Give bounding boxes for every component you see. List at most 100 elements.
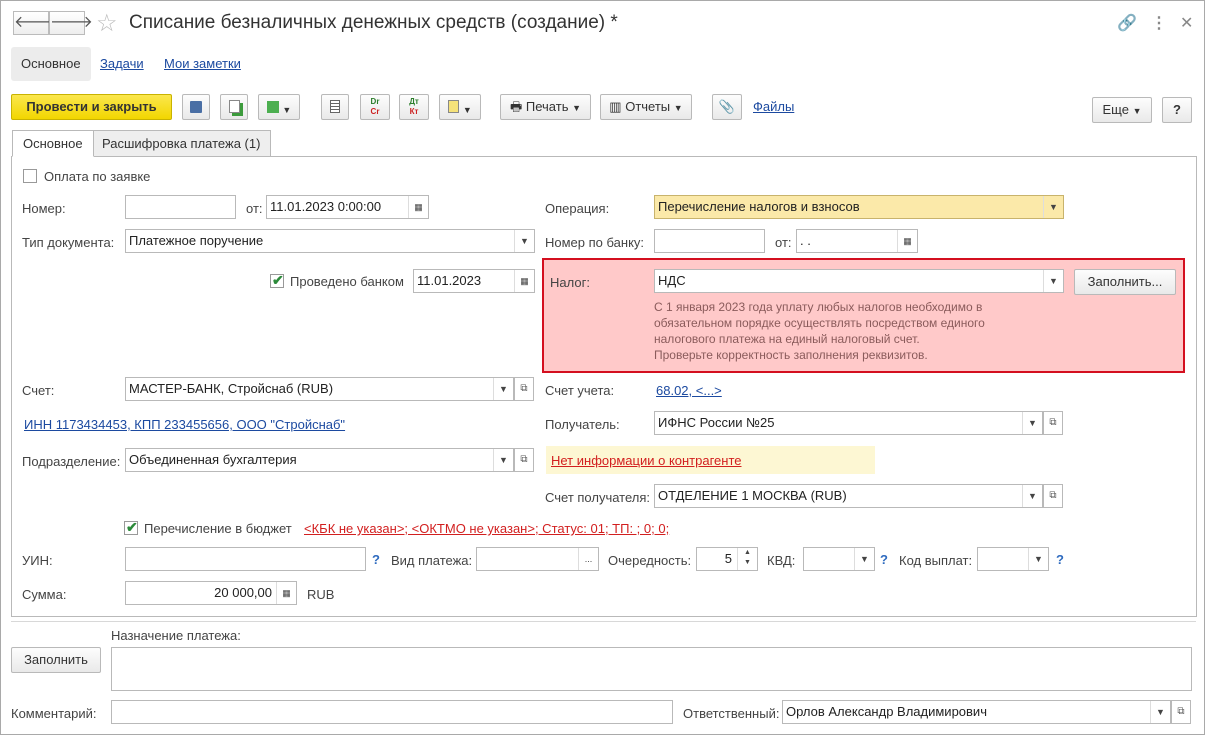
bank-date-input[interactable]: 11.01.2023 ▦ <box>413 269 535 293</box>
forward-button[interactable]: 🡒 <box>49 11 93 35</box>
dt-kt-icon: Дт Кт <box>409 97 419 116</box>
post-and-close-button[interactable]: Провести и закрыть <box>11 94 172 120</box>
more-vertical-icon[interactable]: ⋮ <box>1151 13 1167 33</box>
save-button[interactable] <box>182 94 210 120</box>
chevron-down-icon[interactable]: ▼ <box>514 230 534 252</box>
tax-note-line: налогового платежа на единый налоговый с… <box>654 332 920 346</box>
calendar-icon[interactable]: ▦ <box>897 230 917 252</box>
journal-button[interactable] <box>321 94 349 120</box>
date-input[interactable]: 11.01.2023 0:00:00 ▦ <box>266 195 429 219</box>
ellipsis-icon[interactable]: ... <box>578 548 598 570</box>
tab-main[interactable]: Основное <box>12 130 94 157</box>
nav-tab-main[interactable]: Основное <box>11 47 91 81</box>
open-icon: ⧉ <box>520 454 528 465</box>
close-icon[interactable]: ✕ <box>1180 13 1193 33</box>
more-button[interactable]: Еще ▼ <box>1092 97 1152 123</box>
comment-input[interactable] <box>111 700 673 724</box>
chevron-down-icon[interactable]: ▼ <box>1043 270 1063 292</box>
chevron-down-icon[interactable]: ▼ <box>1028 548 1048 570</box>
chevron-down-icon: ▼ <box>282 105 292 115</box>
dr-cr-button[interactable]: Dr Cr <box>360 94 390 120</box>
doc-type-select[interactable]: Платежное поручение ▼ <box>125 229 535 253</box>
calculator-icon[interactable]: ▦ <box>276 582 296 604</box>
reports-button[interactable]: ▥ Отчеты ▼ <box>600 94 692 120</box>
priority-label: Очередность: <box>608 553 692 568</box>
tab-payment-breakdown[interactable]: Расшифровка платежа (1) <box>91 130 272 157</box>
uin-help-icon[interactable]: ? <box>372 552 380 567</box>
calendar-icon[interactable]: ▦ <box>514 270 534 292</box>
open-division-button[interactable]: ⧉ <box>514 448 534 472</box>
payout-help-icon[interactable]: ? <box>1056 552 1064 567</box>
pay-by-request-checkbox[interactable] <box>23 169 37 183</box>
operation-select[interactable]: Перечисление налогов и взносов ▼ <box>654 195 1064 219</box>
open-recipient-button[interactable]: ⧉ <box>1043 411 1063 435</box>
chevron-down-icon: ▼ <box>673 103 683 113</box>
files-link[interactable]: Файлы <box>753 99 794 114</box>
related-documents-button[interactable]: ▼ <box>439 94 481 120</box>
attach-button[interactable]: 📎 <box>712 94 742 120</box>
chevron-down-icon[interactable]: ▼ <box>493 378 513 400</box>
post-button[interactable] <box>220 94 248 120</box>
print-button[interactable]: 🖶 Печать ▼ <box>500 94 591 120</box>
budget-status-link[interactable]: <КБК не указан>; <ОКТМО не указан>; Стат… <box>304 521 669 536</box>
priority-input[interactable]: 5 ▲ ▼ <box>696 547 758 571</box>
purpose-textarea[interactable] <box>111 647 1192 691</box>
sum-input[interactable]: 20 000,00 ▦ <box>125 581 297 605</box>
division-label: Подразделение: <box>22 454 121 469</box>
calendar-icon[interactable]: ▦ <box>408 196 428 218</box>
responsible-select[interactable]: Орлов Александр Владимирович ▼ <box>782 700 1171 724</box>
chevron-down-icon[interactable]: ▼ <box>1022 485 1042 507</box>
dt-kt-button[interactable]: Дт Кт <box>399 94 429 120</box>
kvd-select[interactable]: ▼ <box>803 547 875 571</box>
fill-tax-button[interactable]: Заполнить... <box>1074 269 1176 295</box>
link-icon[interactable]: 🔗 <box>1117 13 1137 33</box>
bank-from-input[interactable]: . . ▦ <box>796 229 918 253</box>
inn-link[interactable]: ИНН 1173434453, КПП 233455656, ООО "Стро… <box>24 417 345 432</box>
ledger-link[interactable]: 68.02, <...> <box>656 383 722 398</box>
chevron-down-icon[interactable]: ▼ <box>493 449 513 471</box>
chevron-down-icon[interactable]: ▼ <box>1150 701 1170 723</box>
help-button[interactable]: ? <box>1162 97 1192 123</box>
comment-label: Комментарий: <box>11 706 97 721</box>
tax-note: С 1 января 2023 года уплату любых налого… <box>654 299 985 363</box>
budget-checkbox[interactable] <box>124 519 138 536</box>
bank-from-label: от: <box>775 235 792 250</box>
kvd-help-icon[interactable]: ? <box>880 552 888 567</box>
operation-label: Операция: <box>545 201 610 216</box>
doc-type-value: Платежное поручение <box>129 233 264 248</box>
tax-select[interactable]: НДС ▼ <box>654 269 1064 293</box>
chevron-down-icon[interactable]: ▼ <box>1043 196 1063 218</box>
bank-done-checkbox[interactable] <box>270 272 284 289</box>
sum-value: 20 000,00 <box>214 585 272 600</box>
recipient-select[interactable]: ИФНС России №25 ▼ <box>654 411 1043 435</box>
no-info-link[interactable]: Нет информации о контрагенте <box>551 453 742 468</box>
division-select[interactable]: Объединенная бухгалтерия ▼ <box>125 448 514 472</box>
operation-value: Перечисление налогов и взносов <box>658 199 860 214</box>
date-value: 11.01.2023 0:00:00 <box>270 199 382 214</box>
responsible-value: Орлов Александр Владимирович <box>786 704 987 719</box>
nav-tab-notes[interactable]: Мои заметки <box>154 47 251 81</box>
create-based-button[interactable]: ▼ <box>258 94 300 120</box>
fill-purpose-button[interactable]: Заполнить <box>11 647 101 673</box>
uin-input[interactable] <box>125 547 366 571</box>
open-responsible-button[interactable]: ⧉ <box>1171 700 1191 724</box>
number-input[interactable] <box>125 195 236 219</box>
account-select[interactable]: МАСТЕР-БАНК, Стройснаб (RUB) ▼ <box>125 377 514 401</box>
chevron-down-icon[interactable]: ▼ <box>854 548 874 570</box>
open-recipient-account-button[interactable]: ⧉ <box>1043 484 1063 508</box>
bank-number-input[interactable] <box>654 229 765 253</box>
recipient-account-select[interactable]: ОТДЕЛЕНИЕ 1 МОСКВА (RUB) ▼ <box>654 484 1043 508</box>
ledger-label: Счет учета: <box>545 383 615 398</box>
bank-date-value: 11.01.2023 <box>417 273 482 288</box>
more-label: Еще <box>1102 102 1129 117</box>
stepper-icon[interactable]: ▲ ▼ <box>737 548 757 570</box>
payout-select[interactable]: ▼ <box>977 547 1049 571</box>
responsible-label: Ответственный: <box>683 706 780 721</box>
cr-text: Cr <box>370 107 380 116</box>
pay-type-input[interactable]: ... <box>476 547 599 571</box>
open-account-button[interactable]: ⧉ <box>514 377 534 401</box>
back-button[interactable]: 🡐 <box>13 11 57 35</box>
nav-tab-tasks[interactable]: Задачи <box>90 47 154 81</box>
chevron-down-icon[interactable]: ▼ <box>1022 412 1042 434</box>
favorite-star-icon[interactable]: ☆ <box>96 9 118 38</box>
